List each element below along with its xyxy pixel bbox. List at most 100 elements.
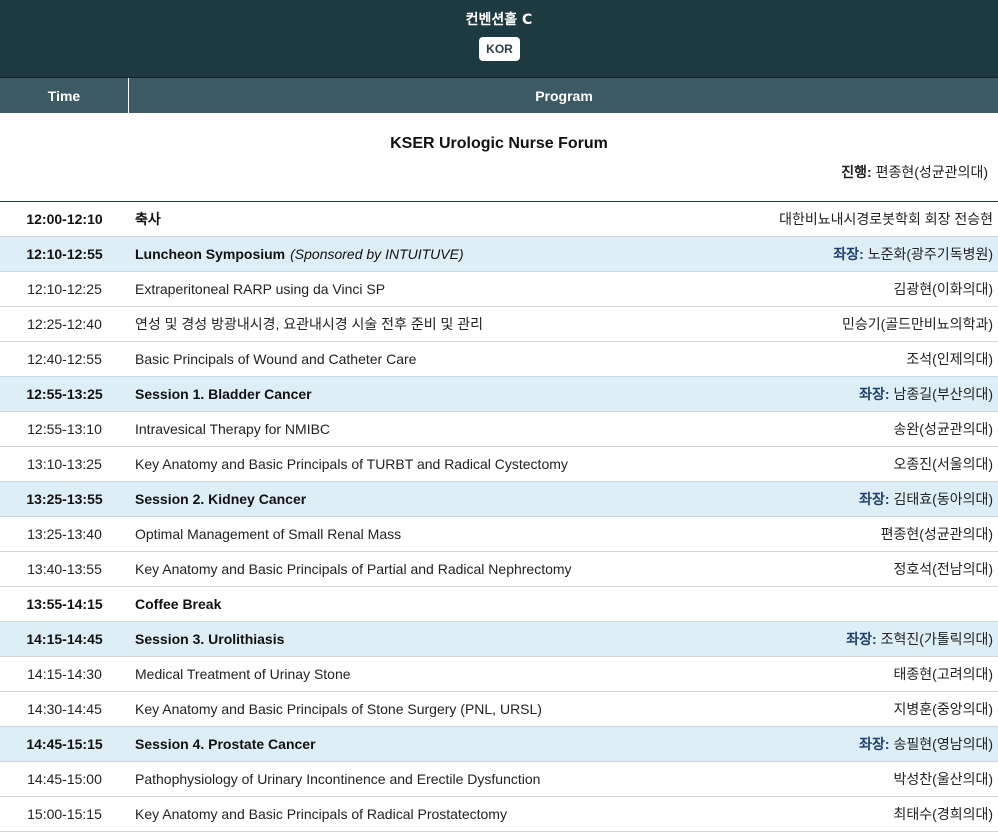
speaker-name: 오종진(서울의대): [893, 456, 993, 472]
row-time: 13:55-14:15: [26, 596, 103, 612]
column-header: Time Program: [0, 78, 998, 113]
row-title: Coffee Break: [135, 587, 221, 621]
row-time: 13:40-13:55: [27, 561, 102, 577]
time-column-header: Time: [0, 78, 129, 113]
row-speaker: 좌장: 김태효(동아의대): [859, 482, 993, 516]
chair-label: 좌장:: [846, 631, 877, 647]
table-row: 14:30-14:45 Key Anatomy and Basic Princip…: [0, 692, 998, 727]
row-title-text: Session 2. Kidney Cancer: [135, 491, 307, 507]
hall-title: 컨벤션홀 C: [465, 12, 533, 28]
row-time: 12:40-12:55: [27, 351, 102, 367]
row-time: 13:25-13:55: [26, 491, 103, 507]
row-title-text: Key Anatomy and Basic Principals of Part…: [135, 561, 572, 577]
row-time: 14:15-14:30: [27, 666, 102, 682]
row-speaker: 태종현(고려의대): [894, 657, 993, 691]
row-title-text: 연성 및 경성 방광내시경, 요관내시경 시술 전후 준비 및 관리: [135, 316, 484, 332]
table-row: 14:15-14:30 Medical Treatment of Urinay S…: [0, 657, 998, 692]
row-title: Pathophysiology of Urinary Incontinence …: [135, 762, 540, 796]
row-title: Session 4. Prostate Cancer: [135, 727, 316, 761]
speaker-name: 태종현(고려의대): [893, 666, 993, 682]
row-title-text: Medical Treatment of Urinay Stone: [135, 666, 351, 682]
speaker-name: 지병훈(중앙의대): [893, 701, 993, 717]
speaker-name: 조혁진(가톨릭의대): [880, 631, 993, 647]
row-title-text: 축사: [135, 211, 161, 227]
row-time: 14:45-15:00: [27, 771, 102, 787]
row-time: 12:55-13:25: [26, 386, 103, 402]
table-row: 14:45-15:00 Pathophysiology of Urinary In…: [0, 762, 998, 797]
speaker-name: 노준화(광주기독병원): [867, 246, 993, 262]
row-title: Intravesical Therapy for NMIBC: [135, 412, 330, 446]
row-title-text: Session 3. Urolithiasis: [135, 631, 285, 647]
row-title: Key Anatomy and Basic Principals of TURB…: [135, 447, 568, 481]
row-speaker: 박성찬(울산의대): [894, 762, 993, 796]
moderator: 진행: 편종현(성균관의대): [841, 162, 988, 182]
speaker-name: 김태효(동아의대): [893, 491, 993, 507]
row-title: Optimal Management of Small Renal Mass: [135, 517, 401, 551]
schedule-table: 12:00-12:10 축사 대한비뇨내시경로봇학회 회장 전승현 12:10-12:…: [0, 202, 998, 832]
moderator-label: 진행:: [841, 164, 872, 180]
row-title-text: Key Anatomy and Basic Principals of TURB…: [135, 456, 568, 472]
table-row: 12:40-12:55 Basic Principals of Wound and…: [0, 342, 998, 377]
row-title-text: Luncheon Symposium: [135, 246, 286, 262]
row-time: 14:15-14:45: [26, 631, 103, 647]
table-row: 12:25-12:40 연성 및 경성 방광내시경, 요관내시경 시술 전후 준비…: [0, 307, 998, 342]
speaker-name: 남종길(부산의대): [893, 386, 993, 402]
row-time: 14:45-15:15: [26, 736, 103, 752]
speaker-name: 정호석(전남의대): [893, 561, 993, 577]
speaker-name: 대한비뇨내시경로봇학회 회장 전승현: [779, 211, 993, 227]
program-column-header: Program: [535, 87, 593, 104]
speaker-name: 송완(성균관의대): [893, 421, 993, 437]
forum-block: KSER Urologic Nurse Forum 진행: 편종현(성균관의대): [0, 113, 998, 202]
speaker-name: 민승기(골드만비뇨의학과): [841, 316, 993, 332]
row-title-text: Intravesical Therapy for NMIBC: [135, 421, 331, 437]
row-speaker: 민승기(골드만비뇨의학과): [842, 307, 993, 341]
table-row: 12:10-12:25 Extraperitoneal RARP using da…: [0, 272, 998, 307]
row-title-text: Basic Principals of Wound and Catheter C…: [135, 351, 417, 367]
row-title: Session 2. Kidney Cancer: [135, 482, 306, 516]
speaker-name: 편종현(성균관의대): [880, 526, 993, 542]
row-title: Basic Principals of Wound and Catheter C…: [135, 342, 416, 376]
speaker-name: 박성찬(울산의대): [893, 771, 993, 787]
row-title-text: Pathophysiology of Urinary Incontinence …: [135, 771, 541, 787]
row-title-text: Key Anatomy and Basic Principals of Radi…: [135, 806, 507, 822]
row-time: 13:25-13:40: [27, 526, 102, 542]
row-title: Extraperitoneal RARP using da Vinci SP: [135, 272, 385, 306]
chair-label: 좌장:: [859, 386, 890, 402]
row-time: 12:00-12:10: [26, 211, 103, 227]
row-speaker: 좌장: 송필현(영남의대): [859, 727, 993, 761]
table-row: 12:00-12:10 축사 대한비뇨내시경로봇학회 회장 전승현: [0, 202, 998, 237]
row-time: 12:10-12:25: [27, 281, 102, 297]
row-speaker: 좌장: 노준화(광주기독병원): [833, 237, 993, 271]
row-speaker: 정호석(전남의대): [894, 552, 993, 586]
row-speaker: 좌장: 조혁진(가톨릭의대): [846, 622, 993, 656]
row-speaker: 최태수(경희의대): [894, 797, 993, 831]
table-row: 12:55-13:10 Intravesical Therapy for NMIB…: [0, 412, 998, 447]
moderator-name: 편종현(성균관의대): [875, 164, 988, 180]
session-row: 12:55-13:25 Session 1. Bladder Cancer 좌장: 남…: [0, 377, 998, 412]
table-row: 13:40-13:55 Key Anatomy and Basic Princip…: [0, 552, 998, 587]
session-row: 13:25-13:55 Session 2. Kidney Cancer 좌장: 김태…: [0, 482, 998, 517]
row-title: Key Anatomy and Basic Principals of Ston…: [135, 692, 542, 726]
session-row: 14:45-15:15 Session 4. Prostate Cancer 좌장:…: [0, 727, 998, 762]
row-sponsor: (Sponsored by INTUITUVE): [290, 246, 464, 262]
row-time: 14:30-14:45: [27, 701, 102, 717]
row-speaker: 대한비뇨내시경로봇학회 회장 전승현: [779, 202, 993, 236]
speaker-name: 최태수(경희의대): [893, 806, 993, 822]
row-speaker: 편종현(성균관의대): [881, 517, 993, 551]
forum-title: KSER Urologic Nurse Forum: [390, 135, 608, 152]
row-title-text: Session 4. Prostate Cancer: [135, 736, 316, 752]
row-title: 연성 및 경성 방광내시경, 요관내시경 시술 전후 준비 및 관리: [135, 307, 483, 341]
row-speaker: 지병훈(중앙의대): [894, 692, 993, 726]
table-row: 13:55-14:15 Coffee Break: [0, 587, 998, 622]
speaker-name: 송필현(영남의대): [893, 736, 993, 752]
hall-header: 컨벤션홀 C KOR: [0, 0, 998, 78]
row-title-text: Coffee Break: [135, 596, 222, 612]
language-button[interactable]: KOR: [479, 37, 520, 61]
table-row: 15:00-15:15 Key Anatomy and Basic Princip…: [0, 797, 998, 832]
table-row: 13:25-13:40 Optimal Management of Small R…: [0, 517, 998, 552]
row-speaker: 좌장: 남종길(부산의대): [859, 377, 993, 411]
chair-label: 좌장:: [859, 491, 890, 507]
row-time: 15:00-15:15: [27, 806, 102, 822]
row-title: Medical Treatment of Urinay Stone: [135, 657, 351, 691]
row-title-text: Session 1. Bladder Cancer: [135, 386, 312, 402]
